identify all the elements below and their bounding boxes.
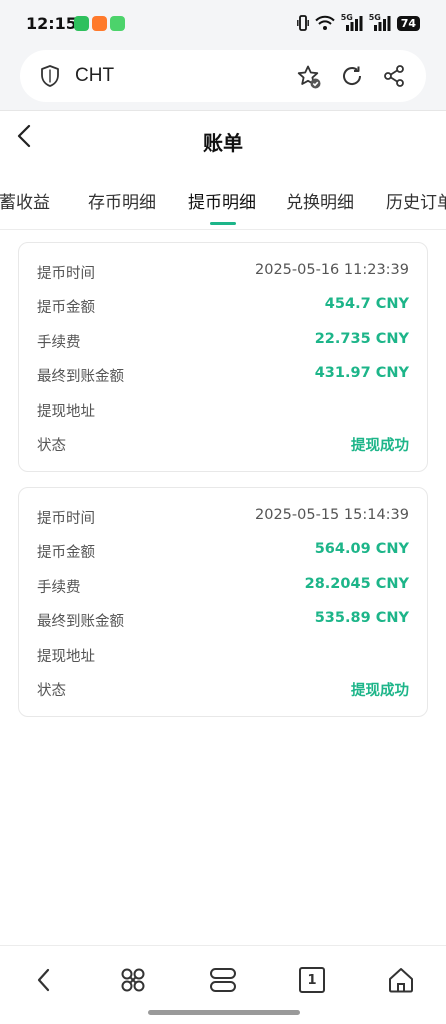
home-icon (389, 968, 413, 993)
browser-bottom-nav: 1 (0, 945, 446, 1024)
row-label: 提现地址 (37, 649, 95, 665)
status-bar: 12:15 5G 5G 74 (0, 0, 446, 48)
share-icon[interactable] (382, 64, 406, 88)
tab-bar: 储蓄收益 存币明细 提币明细 兑换明细 历史订单 (0, 178, 446, 230)
record-row-status: 状态 提现成功 (19, 429, 427, 459)
reload-icon[interactable] (340, 64, 364, 88)
record-row-final-amount: 最终到账金额 431.97 CNY (19, 360, 427, 390)
wechat-icon (74, 16, 89, 31)
tab-count: 1 (307, 972, 317, 988)
battery-icon: 74 (396, 15, 420, 31)
withdrawal-time: 2025-05-16 11:23:39 (255, 262, 409, 278)
record-row-time: 提币时间 2025-05-15 15:14:39 (19, 502, 427, 532)
apps-icon (121, 968, 145, 992)
nav-tab-count-button[interactable]: 1 (292, 960, 332, 1000)
row-label: 手续费 (37, 580, 81, 596)
withdrawal-record-card: 提币时间 2025-05-16 11:23:39 提币金额 454.7 CNY … (18, 242, 428, 472)
withdrawal-amount: 454.7 CNY (324, 296, 409, 312)
row-label: 最终到账金额 (37, 369, 124, 385)
nav-tabs-switcher-button[interactable] (203, 960, 243, 1000)
fee-amount: 28.2045 CNY (304, 576, 409, 592)
status-value: 提现成功 (351, 683, 409, 699)
page-header: 账单 (0, 110, 446, 166)
record-row-amount: 提币金额 454.7 CNY (19, 291, 427, 321)
record-row-time: 提币时间 2025-05-16 11:23:39 (19, 257, 427, 287)
wifi-icon (314, 15, 335, 30)
address-bar[interactable]: CHT (20, 50, 426, 102)
tab-history-orders[interactable]: 历史订单 (386, 188, 446, 213)
status-time: 12:15 (26, 14, 77, 33)
tab-count-icon: 1 (299, 967, 325, 993)
status-indicators: 5G 5G 74 (296, 13, 420, 31)
fee-amount: 22.735 CNY (314, 331, 409, 347)
nav-back-button[interactable] (24, 960, 64, 1000)
address-text[interactable]: CHT (75, 65, 114, 87)
nav-apps-button[interactable] (113, 960, 153, 1000)
favorite-star-icon[interactable] (296, 64, 322, 90)
nav-home-button[interactable] (381, 960, 421, 1000)
shield-icon[interactable] (40, 64, 60, 88)
tab-deposit-details[interactable]: 存币明细 (88, 188, 156, 213)
taobao-icon (92, 16, 107, 31)
row-label: 最终到账金额 (37, 614, 124, 630)
row-label: 提现地址 (37, 404, 95, 420)
final-amount: 535.89 CNY (314, 610, 409, 626)
withdrawal-amount: 564.09 CNY (314, 541, 409, 557)
final-amount: 431.97 CNY (314, 365, 409, 381)
row-label: 提币时间 (37, 266, 95, 282)
record-row-fee: 手续费 28.2045 CNY (19, 571, 427, 601)
record-row-address: 提现地址 (19, 640, 427, 670)
status-app-icons (74, 16, 125, 31)
tab-withdrawal-details[interactable]: 提币明细 (188, 188, 256, 213)
record-row-final-amount: 最终到账金额 535.89 CNY (19, 605, 427, 635)
withdrawal-time: 2025-05-15 15:14:39 (255, 507, 409, 523)
messages-icon (110, 16, 125, 31)
withdrawal-record-card: 提币时间 2025-05-15 15:14:39 提币金额 564.09 CNY… (18, 487, 428, 717)
status-value: 提现成功 (351, 438, 409, 454)
row-label: 状态 (37, 683, 66, 699)
record-row-status: 状态 提现成功 (19, 674, 427, 704)
back-icon (37, 968, 50, 992)
gesture-home-indicator[interactable] (148, 1010, 300, 1015)
page-title: 账单 (203, 131, 243, 155)
signal-icon-1: 5G (341, 13, 363, 31)
record-row-fee: 手续费 22.735 CNY (19, 326, 427, 356)
vibrate-icon (296, 15, 309, 31)
row-label: 提币金额 (37, 300, 95, 316)
tab-savings-income[interactable]: 储蓄收益 (0, 188, 50, 213)
tab-exchange-details[interactable]: 兑换明细 (286, 188, 354, 213)
row-label: 提币时间 (37, 511, 95, 527)
active-tab-indicator (210, 222, 236, 225)
row-label: 手续费 (37, 335, 81, 351)
record-row-address: 提现地址 (19, 395, 427, 425)
record-row-amount: 提币金额 564.09 CNY (19, 536, 427, 566)
signal-icon-2: 5G (369, 13, 391, 31)
row-label: 状态 (37, 438, 66, 454)
tabs-switcher-icon (210, 968, 236, 992)
browser-toolbar: CHT (0, 48, 446, 110)
row-label: 提币金额 (37, 545, 95, 561)
